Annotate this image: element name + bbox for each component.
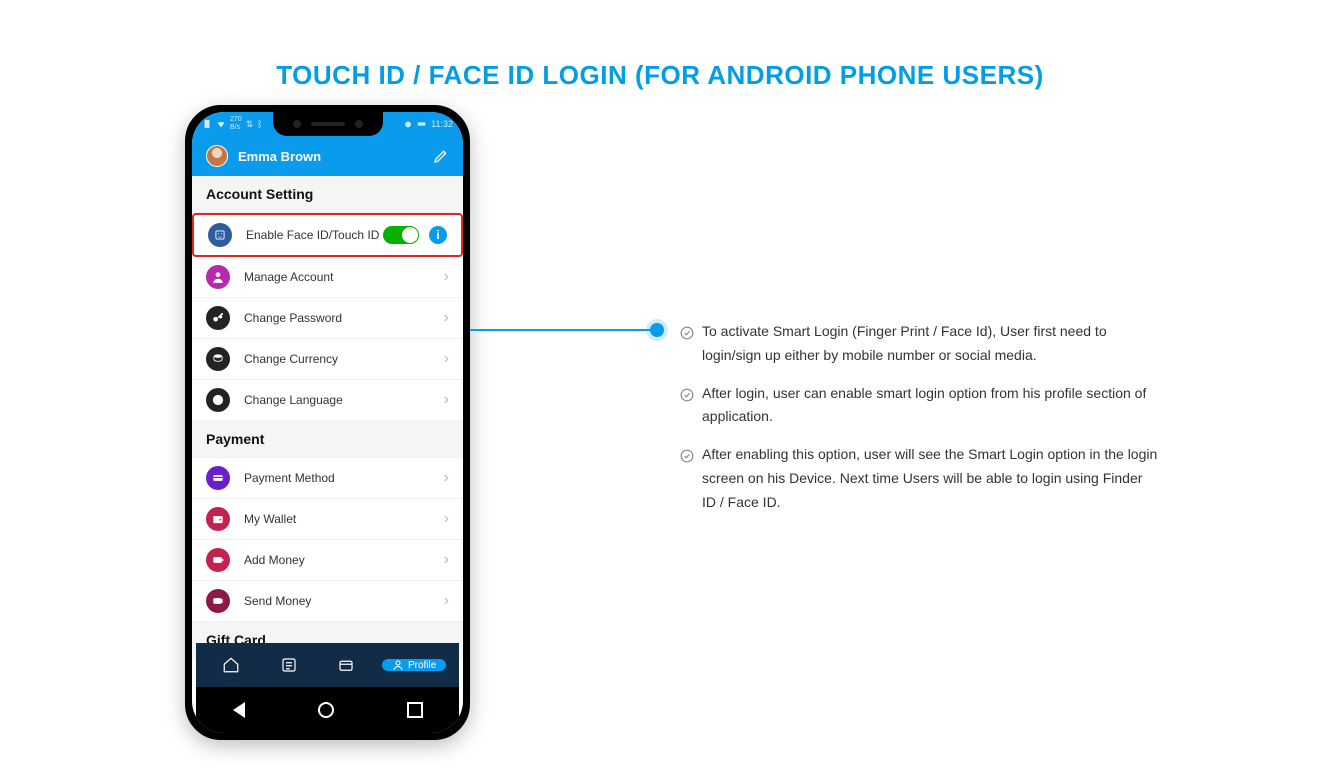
globe-icon	[206, 388, 230, 412]
faceid-toggle[interactable]	[383, 226, 419, 244]
bt-icon: ᛒ	[257, 119, 262, 129]
row-change-language[interactable]: Change Language ›	[192, 380, 463, 421]
bottom-nav: Profile	[196, 643, 459, 687]
row-manage-account[interactable]: Manage Account ›	[192, 257, 463, 298]
row-label: Manage Account	[244, 270, 444, 284]
instruction-list: To activate Smart Login (Finger Print / …	[680, 320, 1160, 529]
nfc-icon: ⇅	[246, 119, 254, 130]
battery-icon	[417, 119, 427, 129]
data-speed: 270 B/s	[230, 116, 242, 132]
chevron-right-icon: ›	[444, 309, 449, 327]
coins-icon	[206, 347, 230, 371]
send-money-icon	[206, 589, 230, 613]
row-my-wallet[interactable]: My Wallet ›	[192, 499, 463, 540]
avatar[interactable]	[206, 145, 228, 167]
recent-button[interactable]	[407, 702, 423, 718]
row-label: My Wallet	[244, 512, 444, 526]
instruction-text: To activate Smart Login (Finger Print / …	[702, 323, 1107, 363]
profile-icon	[392, 659, 404, 671]
chevron-right-icon: ›	[444, 510, 449, 528]
chevron-right-icon: ›	[444, 350, 449, 368]
check-icon	[680, 447, 694, 461]
chevron-right-icon: ›	[444, 268, 449, 286]
nav-list[interactable]	[267, 650, 311, 680]
row-label: Change Currency	[244, 352, 444, 366]
key-icon	[206, 306, 230, 330]
user-icon	[206, 265, 230, 289]
row-add-money[interactable]: Add Money ›	[192, 540, 463, 581]
android-nav-bar	[196, 687, 459, 733]
instruction-text: After enabling this option, user will se…	[702, 446, 1157, 510]
callout-connector	[470, 329, 650, 331]
nav-profile-label: Profile	[408, 660, 436, 671]
row-change-currency[interactable]: Change Currency ›	[192, 339, 463, 380]
row-label: Enable Face ID/Touch ID	[246, 228, 383, 242]
chevron-right-icon: ›	[444, 469, 449, 487]
phone-notch	[273, 112, 383, 136]
row-send-money[interactable]: Send Money ›	[192, 581, 463, 622]
wifi-icon	[216, 119, 226, 129]
app-header: Emma Brown	[192, 136, 463, 176]
card-icon	[206, 466, 230, 490]
chevron-right-icon: ›	[444, 391, 449, 409]
row-label: Change Language	[244, 393, 444, 407]
nav-profile[interactable]: Profile	[382, 659, 446, 671]
alarm-icon	[403, 119, 413, 129]
chevron-right-icon: ›	[444, 551, 449, 569]
nav-home[interactable]	[209, 650, 253, 680]
check-icon	[680, 324, 694, 338]
instruction-item: To activate Smart Login (Finger Print / …	[680, 320, 1160, 368]
home-button[interactable]	[318, 702, 334, 718]
section-header-account: Account Setting	[192, 176, 463, 213]
user-name: Emma Brown	[238, 149, 321, 164]
chevron-right-icon: ›	[444, 592, 449, 610]
instruction-text: After login, user can enable smart login…	[702, 385, 1146, 425]
info-icon[interactable]: i	[429, 226, 447, 244]
back-button[interactable]	[233, 702, 245, 718]
nav-wallet[interactable]	[324, 650, 368, 680]
row-change-password[interactable]: Change Password ›	[192, 298, 463, 339]
row-label: Add Money	[244, 553, 444, 567]
wallet-icon	[206, 507, 230, 531]
instruction-item: After login, user can enable smart login…	[680, 382, 1160, 430]
row-label: Payment Method	[244, 471, 444, 485]
page-title: TOUCH ID / FACE ID LOGIN (FOR ANDROID PH…	[0, 0, 1320, 121]
instruction-item: After enabling this option, user will se…	[680, 443, 1160, 514]
edit-icon[interactable]	[433, 148, 449, 164]
row-label: Change Password	[244, 311, 444, 325]
check-icon	[680, 386, 694, 400]
status-time: 11:32	[431, 119, 453, 129]
row-label: Send Money	[244, 594, 444, 608]
phone-mockup: 270 B/s ⇅ ᛒ 11:32 Emma Brown Account Set…	[185, 105, 470, 740]
section-header-payment: Payment	[192, 421, 463, 458]
row-enable-faceid[interactable]: Enable Face ID/Touch ID i	[192, 213, 463, 257]
faceid-icon	[208, 223, 232, 247]
row-payment-method[interactable]: Payment Method ›	[192, 458, 463, 499]
add-money-icon	[206, 548, 230, 572]
sim-icon	[202, 119, 212, 129]
